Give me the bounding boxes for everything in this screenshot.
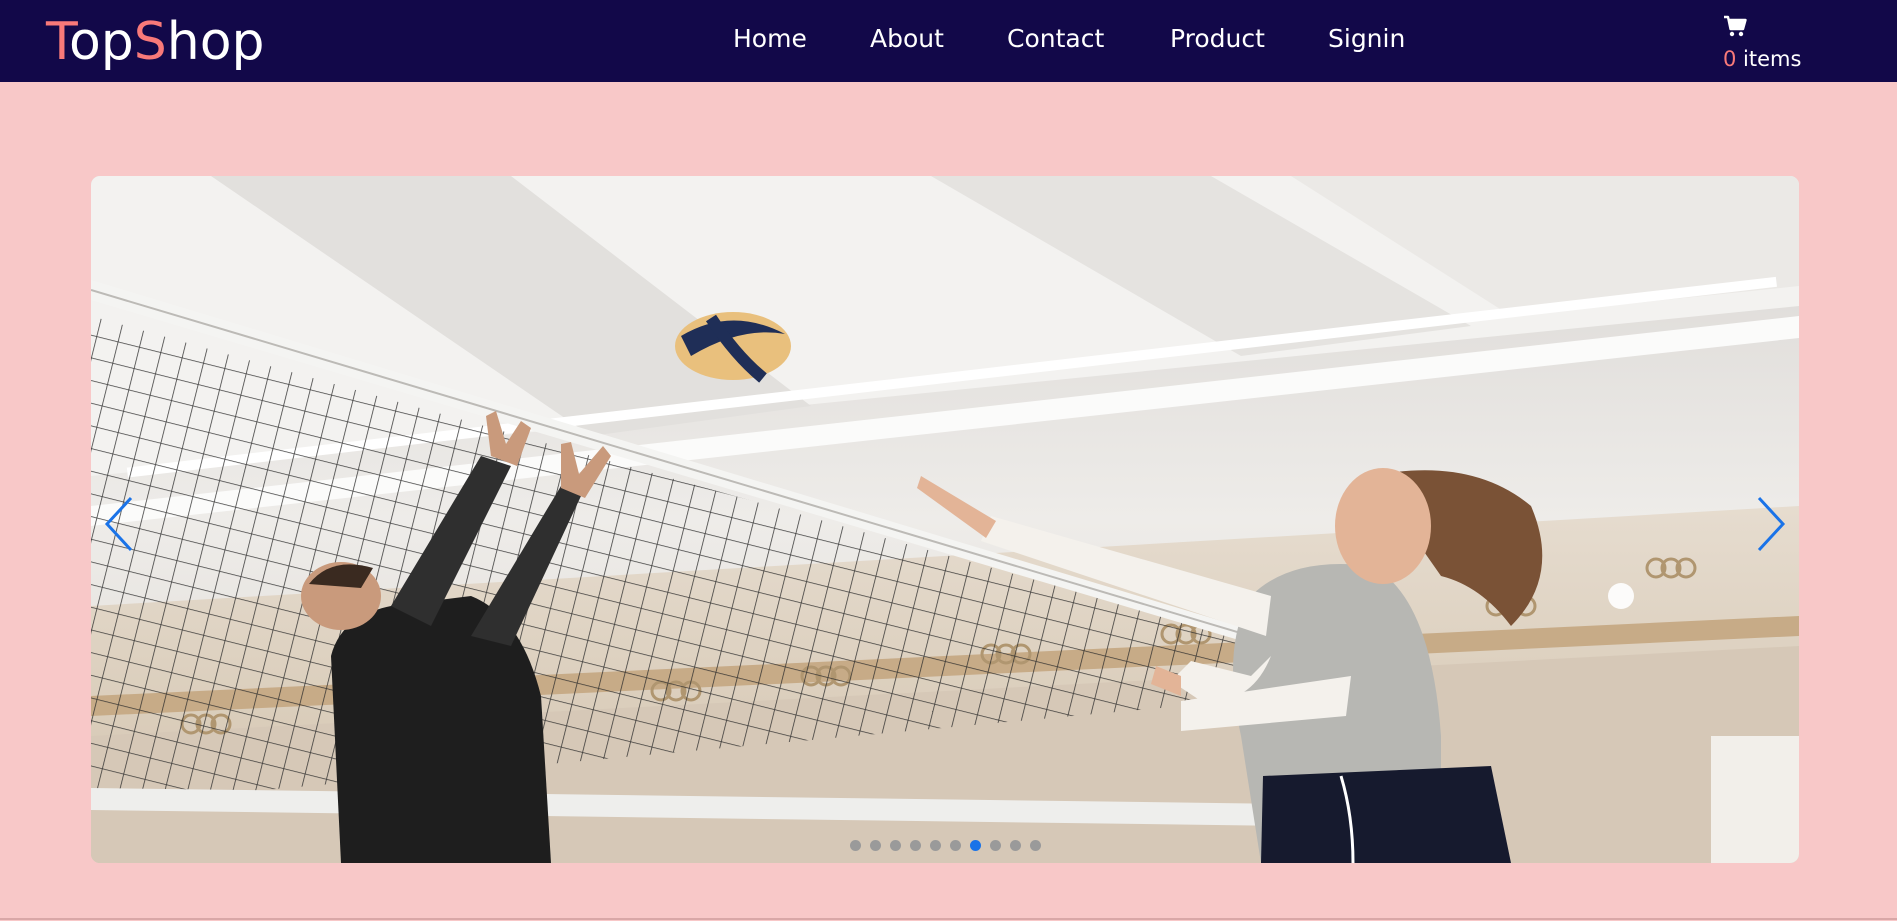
carousel-indicator[interactable] <box>929 840 941 851</box>
cart-count-number: 0 <box>1723 47 1737 71</box>
cart-count: 0 items <box>1723 46 1801 72</box>
carousel-slide-image <box>91 176 1799 863</box>
carousel-next-button[interactable] <box>1753 494 1789 554</box>
logo-letter-t: T <box>46 12 69 72</box>
nav-home[interactable]: Home <box>733 24 807 54</box>
nav-contact[interactable]: Contact <box>1007 24 1104 54</box>
carousel-indicator[interactable] <box>889 840 901 851</box>
carousel-indicators <box>91 840 1799 854</box>
cart-icon <box>1724 15 1747 37</box>
brand-logo[interactable]: TopShop <box>46 12 265 72</box>
hero-carousel[interactable] <box>91 176 1799 863</box>
carousel-indicator[interactable] <box>869 840 881 851</box>
logo-letter-s: S <box>133 12 167 72</box>
carousel-indicator[interactable] <box>969 840 981 851</box>
carousel-indicator[interactable] <box>949 840 961 851</box>
carousel-indicator[interactable] <box>1009 840 1021 851</box>
navbar: TopShop Home About Contact Product Signi… <box>0 0 1897 82</box>
cart-count-label: items <box>1736 47 1802 71</box>
page-bottom-divider <box>0 918 1897 920</box>
logo-letters-hop: hop <box>166 12 265 72</box>
carousel-indicator[interactable] <box>849 840 861 851</box>
carousel-indicator[interactable] <box>1029 840 1041 851</box>
logo-letters-op: op <box>68 12 134 72</box>
carousel-indicator[interactable] <box>989 840 1001 851</box>
nav-signin[interactable]: Signin <box>1328 24 1405 54</box>
carousel-prev-button[interactable] <box>101 494 137 554</box>
carousel-indicator[interactable] <box>909 840 921 851</box>
nav-product[interactable]: Product <box>1170 24 1265 54</box>
nav-about[interactable]: About <box>870 24 944 54</box>
